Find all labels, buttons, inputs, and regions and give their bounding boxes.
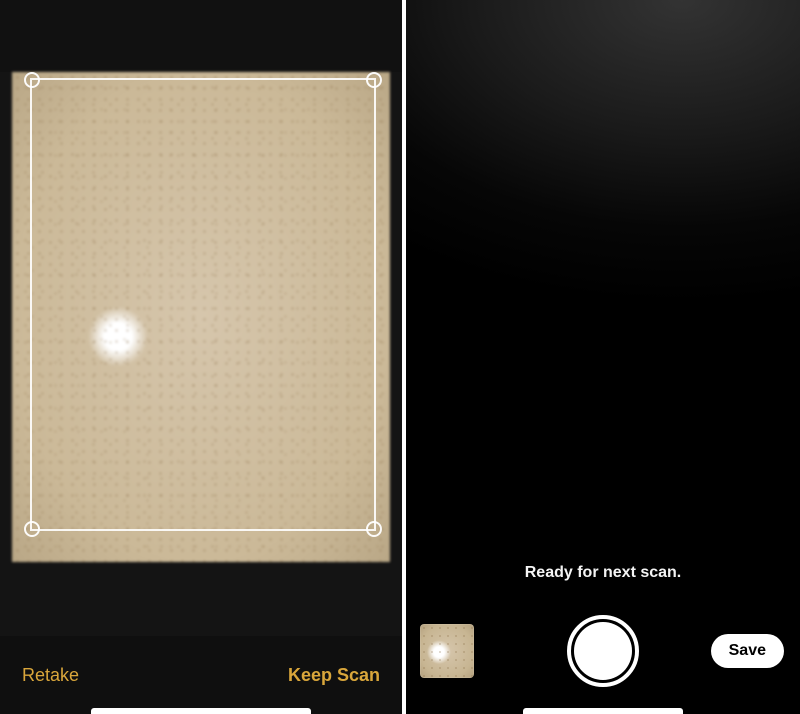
shutter-button[interactable] xyxy=(567,615,639,687)
shutter-icon xyxy=(574,622,632,680)
save-button[interactable]: Save xyxy=(711,634,784,668)
bottom-toolbar-left: Retake Keep Scan xyxy=(0,636,402,714)
home-indicator[interactable] xyxy=(523,708,683,714)
scan-thumbnail[interactable] xyxy=(420,624,474,678)
crop-handle-top-left[interactable] xyxy=(24,72,40,88)
top-bar-left xyxy=(0,0,402,72)
camera-pane: Ready for next scan. Save xyxy=(406,0,800,714)
crop-rectangle[interactable] xyxy=(30,78,376,531)
crop-handle-bottom-right[interactable] xyxy=(366,521,382,537)
crop-handle-bottom-left[interactable] xyxy=(24,521,40,537)
scan-review-pane: Retake Keep Scan xyxy=(0,0,402,714)
home-indicator[interactable] xyxy=(91,708,311,714)
crop-handle-top-right[interactable] xyxy=(366,72,382,88)
keep-scan-button[interactable]: Keep Scan xyxy=(288,665,380,686)
retake-button[interactable]: Retake xyxy=(22,665,79,686)
status-text: Ready for next scan. xyxy=(406,564,800,582)
camera-bottom-bar: Save xyxy=(406,606,800,696)
